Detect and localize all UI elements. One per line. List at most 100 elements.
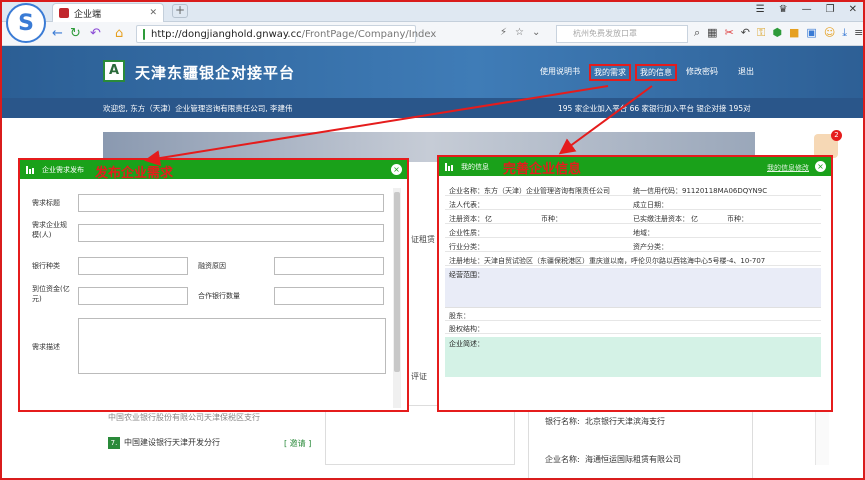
info-row: 股东： — [445, 310, 821, 321]
company-name: 企业名称：东方（天津）企业管理咨询有限责任公司 — [449, 187, 610, 195]
field-label: 银行种类 — [32, 262, 60, 270]
extension-icon[interactable]: ■ — [789, 26, 799, 40]
company-scale-input[interactable] — [78, 224, 384, 242]
window-close-icon[interactable]: ✕ — [849, 4, 857, 15]
welcome-bar: 欢迎您, 东方（天津）企业管理咨询有限责任公司, 李建伟 195 家企业加入平台… — [0, 98, 865, 118]
company-intro-area[interactable]: 企业简述： — [445, 337, 821, 377]
list-item[interactable]: 7. 中国建设银行天津开发分行 — [103, 430, 313, 455]
field-label: 融资原因 — [198, 262, 226, 270]
android-icon[interactable]: ⬢ — [772, 26, 782, 40]
paid-capital: 已实缴注册资本： — [633, 215, 689, 223]
amount-input[interactable] — [78, 287, 188, 305]
edit-info-link[interactable]: 我的信息修改 — [767, 163, 809, 173]
skin-icon[interactable]: ♛ — [779, 4, 788, 15]
star-icon[interactable]: ☆ — [515, 27, 524, 38]
bank-label: 银行名称: — [545, 417, 580, 426]
search-input[interactable]: 杭州免费发放口罩 — [556, 25, 688, 43]
restore-icon[interactable]: ❐ — [826, 4, 835, 15]
site-header — [0, 46, 865, 104]
browser-nav-bar: ← ↻ ↶ ⌂ http://dongjianghold.gnway.cc/Fr… — [0, 22, 865, 46]
grid-icon[interactable]: ▦ — [707, 26, 717, 40]
annotation-publish-demand: 发布企业需求 — [95, 166, 174, 181]
field-label: 合作银行数量 — [198, 292, 240, 300]
window-controls: ☰ ♛ — ❐ ✕ — [756, 4, 857, 15]
scroll-thumb[interactable] — [394, 192, 400, 372]
nav-logout[interactable]: 退出 — [738, 66, 754, 77]
tab-close-icon[interactable]: ✕ — [149, 8, 157, 18]
field-label: 需求标题 — [32, 199, 60, 207]
bank-type-input[interactable] — [78, 257, 188, 275]
search-icon[interactable]: ⌕ — [694, 26, 700, 40]
chart-bars-icon — [26, 165, 36, 174]
lightning-icon[interactable]: ⚡ — [500, 27, 507, 38]
info-row: 注册地址：天津自贸试验区（东疆保税港区）重庆道以南，呼伦贝尔路以西铭海中心5号楼… — [445, 255, 821, 266]
platform-stats: 195 家企业加入平台 66 家银行加入平台 银企对接 195对 — [558, 104, 751, 113]
nav-my-info[interactable]: 我的信息 — [635, 64, 677, 81]
demand-dialog: 企业需求发布 × 需求标题 需求企业规模(人) 银行种类 融资原因 到位资金(亿… — [18, 158, 409, 412]
region: 地域： — [633, 229, 654, 237]
currency: 币种： — [541, 215, 562, 223]
currency: 币种： — [727, 215, 748, 223]
info-row: 企业名称：东方（天津）企业管理咨询有限责任公司 统一信用代码：91120118M… — [445, 185, 821, 196]
scissors-icon[interactable]: ✂ — [725, 26, 734, 40]
more-menu-icon[interactable]: ≡ — [854, 26, 863, 40]
url-actions: ⚡ ☆ ⌄ — [500, 27, 540, 38]
bank-name: 中国农业银行股份有限公司天津保税区支行 — [108, 413, 260, 422]
url-host: http://dongjianghold.gnway.cc — [151, 28, 302, 40]
finance-reason-input[interactable] — [274, 257, 384, 275]
dialog-scrollbar[interactable] — [393, 188, 401, 408]
item-number: 7. — [108, 436, 120, 449]
download-icon[interactable]: ⤓ — [842, 26, 847, 40]
url-path: /FrontPage/Company/Index — [301, 28, 437, 40]
middle-panel — [325, 405, 515, 465]
demand-title-input[interactable] — [78, 194, 384, 212]
paid-unit: 亿 — [691, 215, 698, 223]
new-tab-button[interactable]: + — [172, 4, 188, 18]
site-favicon-icon — [59, 8, 69, 18]
dialog-header: 我的信息 我的信息修改 — [439, 157, 831, 176]
bank-count-input[interactable] — [274, 287, 384, 305]
dialog-title: 我的信息 — [461, 162, 489, 171]
reg-unit: 亿 — [485, 215, 492, 223]
nav-change-password[interactable]: 修改密码 — [686, 66, 718, 77]
shareholders: 股东： — [449, 312, 470, 320]
site-logo-icon: A — [103, 60, 125, 82]
close-icon[interactable]: × — [391, 164, 402, 175]
tab-title: 企业端 — [74, 9, 102, 20]
nav-my-demand[interactable]: 我的需求 — [589, 64, 631, 81]
back-icon[interactable]: ← — [52, 26, 63, 41]
reg-address: 注册地址：天津自贸试验区（东疆保税港区）重庆道以南，呼伦贝尔路以西铭海中心5号楼… — [449, 257, 766, 265]
company-label: 企业名称: — [545, 455, 580, 464]
invite-link[interactable]: [ 邀请 ] — [284, 438, 311, 449]
close-icon[interactable]: × — [815, 161, 826, 172]
scope-label: 经营范围： — [449, 271, 484, 279]
legal-rep: 法人代表： — [449, 201, 484, 209]
minimize-icon[interactable]: — — [802, 4, 812, 15]
welcome-text: 欢迎您, 东方（天津）企业管理咨询有限责任公司, 李建伟 — [103, 104, 293, 113]
key-icon[interactable]: ⚿ — [757, 26, 765, 40]
browser-logo-icon[interactable]: S — [6, 3, 46, 43]
browser-tab[interactable]: 企业端 ✕ — [52, 3, 164, 22]
established-date: 成立日期： — [633, 201, 668, 209]
refresh-icon[interactable]: ↻ — [70, 26, 81, 41]
business-scope-area[interactable]: 经营范围： — [445, 268, 821, 308]
smile-icon[interactable]: ☺ — [824, 26, 835, 40]
credit-code: 统一信用代码：91120118MA06DQYN9C — [633, 187, 768, 195]
description-textarea[interactable] — [78, 318, 386, 374]
home-icon[interactable]: ⌂ — [115, 26, 123, 41]
nav-manual[interactable]: 使用说明书 — [540, 66, 580, 77]
field-label: 需求企业规模(人) — [32, 221, 67, 239]
undo-icon[interactable]: ↶ — [90, 26, 101, 41]
translate-icon[interactable]: ▣ — [806, 26, 816, 40]
toolbar-icons: ⌕ ▦ ✂ ↶ ⚿ ⬢ ■ ▣ ☺ ⤓ ≡ — [694, 26, 863, 40]
info-row: 行业分类： 资产分类： — [445, 241, 821, 252]
security-shield-icon — [143, 28, 145, 40]
menu-icon[interactable]: ☰ — [756, 4, 765, 15]
behind-text: 评证 — [411, 372, 427, 381]
notification-count: 2 — [831, 130, 842, 141]
info-row: 法人代表： 成立日期： — [445, 199, 821, 210]
dropdown-icon[interactable]: ⌄ — [532, 27, 540, 38]
undo-close-icon[interactable]: ↶ — [741, 26, 750, 40]
address-bar[interactable]: http://dongjianghold.gnway.cc/FrontPage/… — [136, 25, 436, 43]
equity-structure: 股权结构： — [449, 325, 484, 333]
